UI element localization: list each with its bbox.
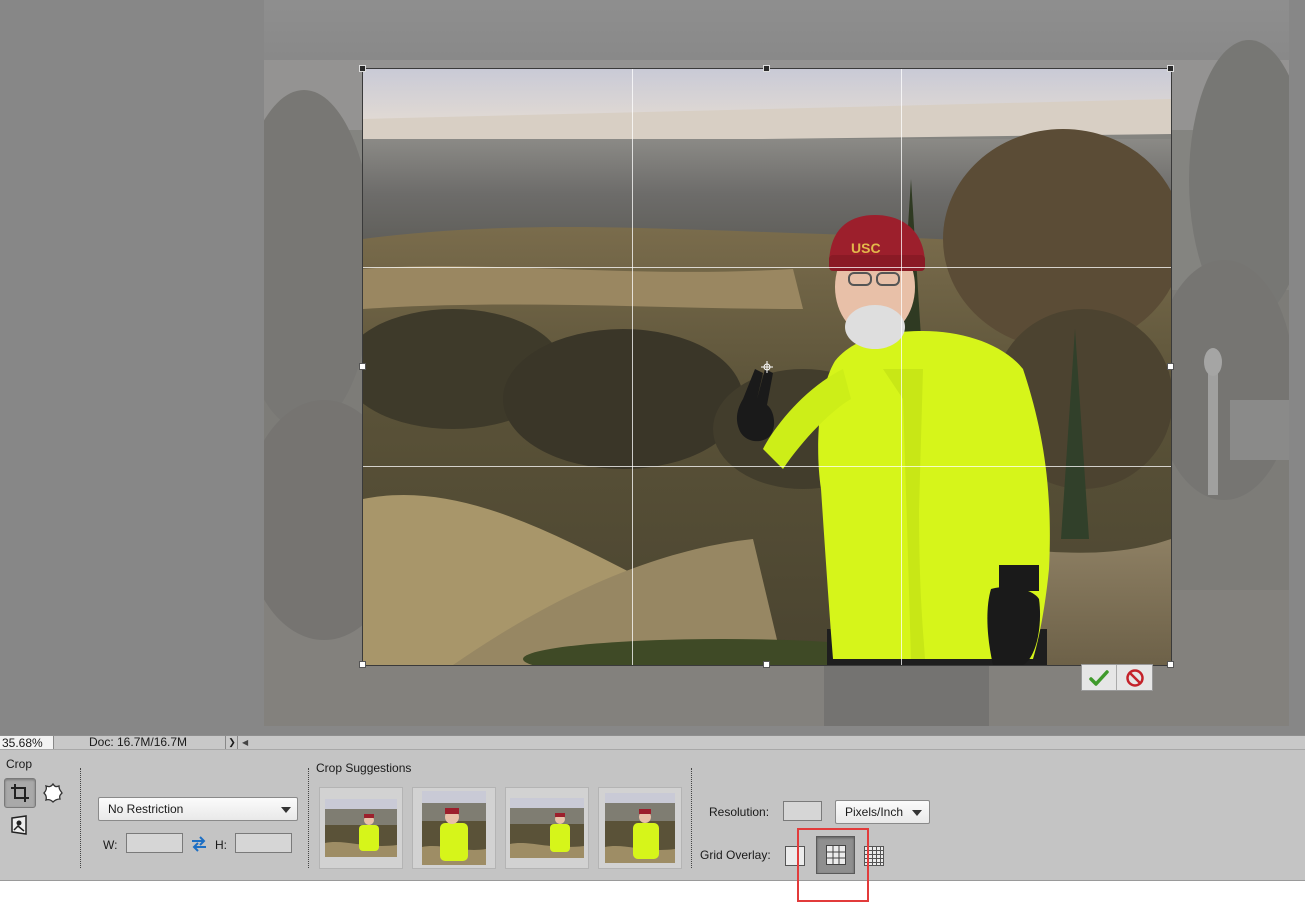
tool-options-title: Crop [6, 757, 33, 771]
crop-handle-top-center[interactable] [763, 65, 770, 72]
scroll-left-arrow-icon[interactable]: ◀ [242, 736, 248, 749]
crop-commit-bar [1081, 664, 1153, 691]
status-bar: 35.68% Doc: 16.7M/16.7M ❯ ◀ [0, 735, 1305, 750]
aspect-ratio-dropdown[interactable]: No Restriction [98, 797, 298, 821]
separator [80, 768, 81, 868]
crop-suggestion-3[interactable] [505, 787, 589, 869]
swap-arrows-icon[interactable] [190, 836, 208, 852]
height-label: H: [215, 838, 227, 852]
grid-line-horizontal-2 [363, 466, 1171, 467]
crop-handle-middle-right[interactable] [1167, 363, 1174, 370]
width-field[interactable] [126, 833, 183, 853]
document-size: Doc: 16.7M/16.7M [56, 736, 226, 750]
chevron-down-icon [281, 807, 291, 813]
zoom-level[interactable]: 35.68% [0, 736, 54, 750]
grid-line-vertical-2 [901, 69, 902, 665]
panel-bottom-strip [0, 880, 1305, 902]
crop-suggestion-thumbnail [325, 799, 397, 857]
cookie-cutter-tool-button[interactable] [41, 781, 65, 805]
crop-center-crosshair-icon [761, 361, 773, 373]
cancel-crop-button[interactable] [1117, 665, 1152, 690]
height-field[interactable] [235, 833, 292, 853]
crop-suggestion-2[interactable] [412, 787, 496, 869]
crop-handle-bottom-center[interactable] [763, 661, 770, 668]
tool-options-bar: Crop No Restriction W: H: Crop Suggestio… [0, 749, 1305, 880]
crop-icon [11, 784, 29, 802]
cancel-icon [1125, 668, 1144, 687]
perspective-crop-tool-button[interactable] [8, 814, 30, 836]
chevron-down-icon [912, 810, 922, 816]
resolution-units-value: Pixels/Inch [845, 805, 904, 819]
grid-line-vertical-1 [632, 69, 633, 665]
crop-handle-bottom-left[interactable] [359, 661, 366, 668]
commit-crop-button[interactable] [1082, 665, 1118, 690]
crop-handle-bottom-right[interactable] [1167, 661, 1174, 668]
crop-suggestions-title: Crop Suggestions [316, 761, 412, 775]
separator [308, 768, 309, 868]
aspect-ratio-value: No Restriction [108, 802, 184, 816]
status-menu-arrow-icon[interactable]: ❯ [227, 736, 238, 749]
resolution-units-dropdown[interactable]: Pixels/Inch [835, 800, 930, 824]
perspective-crop-icon [11, 815, 27, 835]
canvas-workspace: USC [0, 0, 1305, 735]
crop-handle-top-left[interactable] [359, 65, 366, 72]
grid-overlay-label: Grid Overlay: [700, 848, 771, 862]
svg-text:USC: USC [851, 240, 881, 256]
resolution-field[interactable] [783, 801, 822, 821]
crop-suggestion-4[interactable] [598, 787, 682, 869]
annotation-highlight-box [797, 828, 869, 902]
crop-handle-middle-left[interactable] [359, 363, 366, 370]
grid-line-horizontal-1 [363, 267, 1171, 268]
crop-suggestion-thumbnail [422, 791, 486, 865]
crop-tool-button[interactable] [4, 778, 36, 808]
separator [691, 768, 692, 868]
crop-handle-top-right[interactable] [1167, 65, 1174, 72]
crop-suggestion-thumbnail [605, 793, 675, 863]
crop-suggestion-thumbnail [510, 798, 584, 858]
crop-suggestion-1[interactable] [319, 787, 403, 869]
width-label: W: [103, 838, 118, 852]
crop-rectangle[interactable]: USC [359, 65, 1174, 668]
resolution-label: Resolution: [709, 805, 770, 819]
cookie-cutter-icon [43, 782, 63, 803]
checkmark-icon [1089, 669, 1109, 686]
